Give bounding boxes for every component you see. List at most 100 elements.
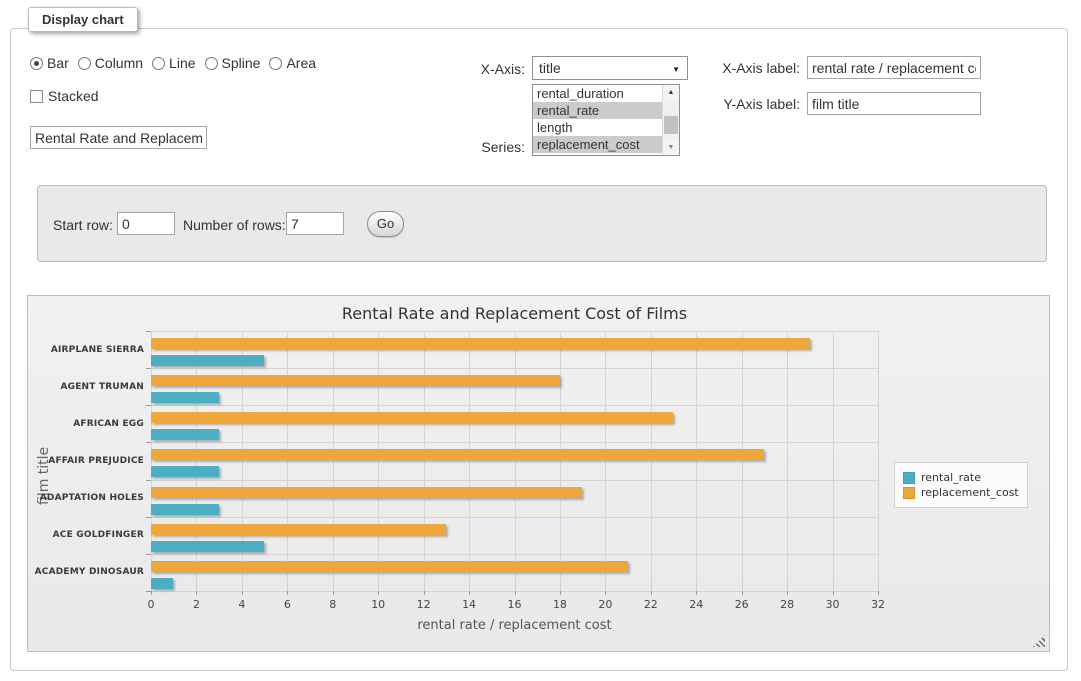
rental_rate-bar[interactable] (151, 504, 219, 515)
replacement_cost-bar[interactable] (151, 487, 582, 498)
rental_rate-bar[interactable] (151, 429, 219, 440)
legend-item-rental_rate[interactable]: rental_rate (903, 471, 1019, 484)
radio-line[interactable]: Line (152, 55, 195, 71)
scroll-up-icon[interactable]: ▲ (663, 85, 679, 100)
radio-column[interactable]: Column (78, 55, 143, 71)
gridline (696, 331, 697, 591)
x-axis-label-input[interactable] (807, 56, 981, 79)
gridline (833, 331, 834, 591)
series-option-replacement_cost[interactable]: replacement_cost (533, 136, 663, 153)
x-tick (742, 591, 743, 595)
x-tick (287, 591, 288, 595)
radio-circle-icon[interactable] (269, 57, 282, 70)
radio-circle-icon[interactable] (152, 57, 165, 70)
radio-circle-icon[interactable] (78, 57, 91, 70)
go-button[interactable]: Go (367, 211, 404, 237)
y-axis-label-input[interactable] (807, 92, 981, 115)
x-tick-label: 30 (818, 598, 848, 611)
x-tick-label: 18 (545, 598, 575, 611)
page: Display chart Bar Column Line Spline Area St… (0, 0, 1081, 681)
radio-spline[interactable]: Spline (205, 55, 261, 71)
rental_rate-bar[interactable] (151, 578, 173, 589)
rental_rate-bar[interactable] (151, 466, 219, 477)
radio-area[interactable]: Area (269, 55, 316, 71)
gridline (605, 331, 606, 591)
radio-circle-icon[interactable] (30, 57, 43, 70)
replacement_cost-bar[interactable] (151, 338, 810, 349)
legend-swatch-icon (903, 472, 915, 484)
number-of-rows-label: Number of rows: (183, 217, 286, 233)
x-tick (878, 591, 879, 595)
x-tick-label: 10 (363, 598, 393, 611)
series-select-label: Series: (440, 139, 525, 155)
x-tick-label: 4 (227, 598, 257, 611)
radio-bar[interactable]: Bar (30, 55, 69, 71)
x-axis-title: rental rate / replacement cost (151, 618, 878, 633)
x-tick-label: 6 (272, 598, 302, 611)
gridline (151, 368, 878, 369)
fieldset-legend: Display chart (28, 7, 138, 32)
rental_rate-bar[interactable] (151, 392, 219, 403)
replacement_cost-bar[interactable] (151, 375, 560, 386)
replacement_cost-bar[interactable] (151, 449, 764, 460)
x-tick-label: 20 (590, 598, 620, 611)
x-tick (605, 591, 606, 595)
x-axis-select[interactable]: title ▼ (532, 56, 688, 80)
resize-handle-icon[interactable] (1033, 635, 1045, 647)
x-tick (333, 591, 334, 595)
chart-legend: rental_rate replacement_cost (894, 462, 1028, 508)
x-tick (469, 591, 470, 595)
x-tick (242, 591, 243, 595)
plot-area (151, 331, 878, 591)
series-options: rental_durationrental_ratelengthreplacem… (533, 85, 679, 153)
listbox-scrollbar[interactable]: ▲ ▼ (662, 85, 679, 155)
x-tick (833, 591, 834, 595)
scroll-down-icon[interactable]: ▼ (663, 140, 679, 155)
x-tick-label: 0 (136, 598, 166, 611)
y-tick (146, 368, 151, 369)
x-tick (560, 591, 561, 595)
start-row-input[interactable] (117, 212, 175, 235)
x-tick-label: 32 (863, 598, 893, 611)
replacement_cost-bar[interactable] (151, 561, 628, 572)
series-listbox: rental_durationrental_ratelengthreplacem… (532, 84, 680, 156)
rental_rate-bar[interactable] (151, 541, 264, 552)
category-label: AGENT TRUMAN (28, 382, 144, 392)
gridline (560, 331, 561, 591)
gridline (333, 331, 334, 591)
y-tick (146, 591, 151, 592)
gridline (378, 331, 379, 591)
y-tick (146, 517, 151, 518)
stacked-checkbox[interactable] (30, 90, 43, 103)
y-axis-title: film title (36, 411, 52, 541)
x-tick (651, 591, 652, 595)
replacement_cost-bar[interactable] (151, 412, 673, 423)
chart-container: Rental Rate and Replacement Cost of Film… (27, 295, 1050, 652)
category-label: AFRICAN EGG (28, 419, 144, 429)
x-tick-label: 16 (500, 598, 530, 611)
x-tick (696, 591, 697, 595)
chart-title-input[interactable] (30, 126, 207, 149)
legend-label: replacement_cost (921, 486, 1019, 499)
category-label: AIRPLANE SIERRA (28, 345, 144, 355)
x-tick (515, 591, 516, 595)
radio-label: Line (169, 55, 195, 71)
chart-type-radio-group: Bar Column Line Spline Area (30, 55, 325, 71)
gridline (196, 331, 197, 591)
replacement_cost-bar[interactable] (151, 524, 446, 535)
scrollbar-thumb[interactable] (664, 116, 678, 134)
x-axis-select-label: X-Axis: (440, 61, 525, 77)
x-tick (787, 591, 788, 595)
start-row-label: Start row: (53, 217, 113, 233)
legend-item-replacement_cost[interactable]: replacement_cost (903, 486, 1019, 499)
dropdown-arrow-icon: ▼ (672, 65, 680, 74)
radio-circle-icon[interactable] (205, 57, 218, 70)
rental_rate-bar[interactable] (151, 355, 264, 366)
gridline (151, 480, 878, 481)
series-option-rental_rate[interactable]: rental_rate (533, 102, 663, 119)
stacked-checkbox-row: Stacked (30, 88, 99, 104)
x-tick-label: 14 (454, 598, 484, 611)
number-of-rows-input[interactable] (286, 212, 344, 235)
series-option-length[interactable]: length (533, 119, 663, 136)
series-option-rental_duration[interactable]: rental_duration (533, 85, 663, 102)
